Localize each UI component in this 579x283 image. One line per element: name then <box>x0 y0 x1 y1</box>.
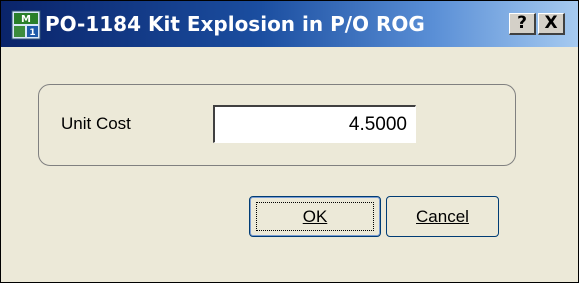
close-icon: X <box>544 13 558 33</box>
ok-button[interactable]: OK <box>249 196 381 237</box>
svg-text:M: M <box>21 14 31 25</box>
focus-rectangle <box>256 202 374 231</box>
cancel-button-label: Cancel <box>416 207 469 226</box>
cancel-button[interactable]: Cancel <box>386 196 499 237</box>
help-button[interactable]: ? <box>509 13 536 35</box>
title-bar[interactable]: M 1 PO-1184 Kit Explosion in P/O ROG ? X <box>1 1 578 47</box>
dialog-window: M 1 PO-1184 Kit Explosion in P/O ROG ? X… <box>0 0 579 283</box>
window-title: PO-1184 Kit Explosion in P/O ROG <box>45 12 425 36</box>
app-icon: M 1 <box>11 10 41 40</box>
help-icon: ? <box>517 13 527 33</box>
unit-cost-input[interactable] <box>213 105 416 143</box>
close-button[interactable]: X <box>538 13 565 35</box>
svg-text:1: 1 <box>29 28 35 38</box>
unit-cost-label: Unit Cost <box>61 114 131 133</box>
